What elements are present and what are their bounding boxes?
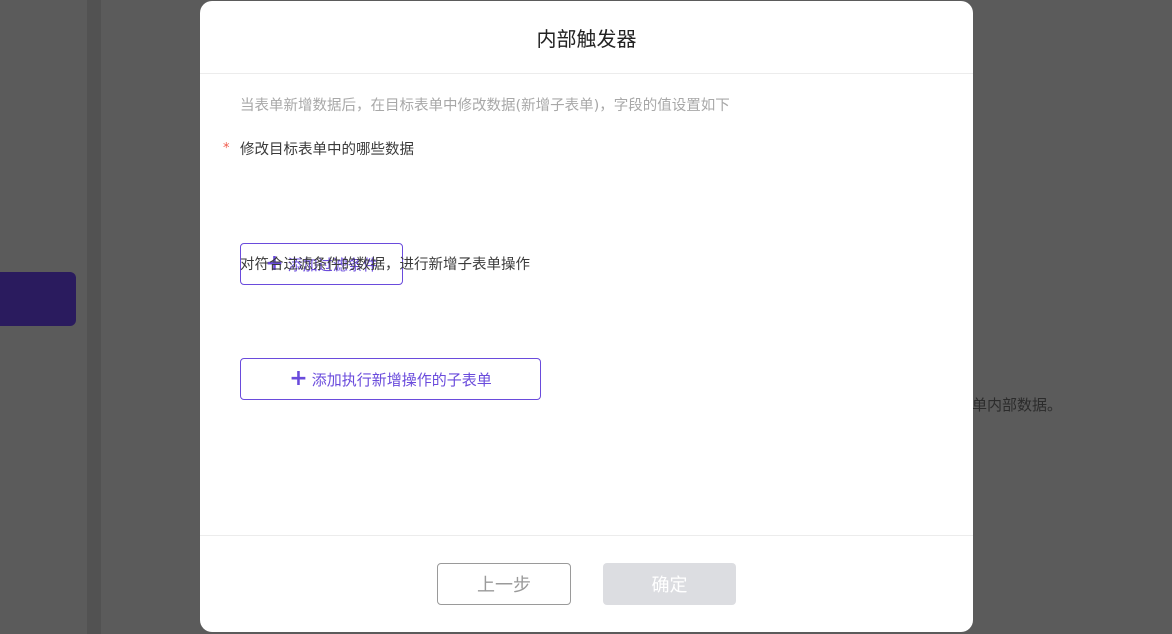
dialog-title: 内部触发器 bbox=[536, 26, 637, 51]
subform-action-label: 对符合过滤条件的数据，进行新增子表单操作 bbox=[240, 257, 530, 273]
add-subform-button[interactable]: + 添加执行新增操作的子表单 bbox=[240, 358, 541, 400]
dialog-body: 当表单新增数据后，在目标表单中修改数据(新增子表单)，字段的值设置如下 * 修改… bbox=[200, 74, 973, 534]
dialog-description: 当表单新增数据后，在目标表单中修改数据(新增子表单)，字段的值设置如下 bbox=[240, 98, 730, 114]
background-sidebar-edge bbox=[87, 0, 101, 634]
target-data-label: 修改目标表单中的哪些数据 bbox=[240, 142, 414, 158]
required-asterisk-icon: * bbox=[223, 141, 230, 156]
previous-step-button[interactable]: 上一步 bbox=[437, 563, 571, 605]
plus-icon: + bbox=[289, 366, 308, 391]
internal-trigger-dialog: 内部触发器 当表单新增数据后，在目标表单中修改数据(新增子表单)，字段的值设置如… bbox=[200, 1, 973, 632]
confirm-button[interactable]: 确定 bbox=[603, 563, 736, 605]
background-active-menu-item bbox=[0, 272, 76, 326]
background-partial-text: 单内部数据。 bbox=[972, 396, 1063, 414]
add-subform-button-label: 添加执行新增操作的子表单 bbox=[311, 370, 492, 389]
dialog-header: 内部触发器 bbox=[200, 1, 973, 74]
dialog-footer: 上一步 确定 bbox=[200, 535, 973, 632]
